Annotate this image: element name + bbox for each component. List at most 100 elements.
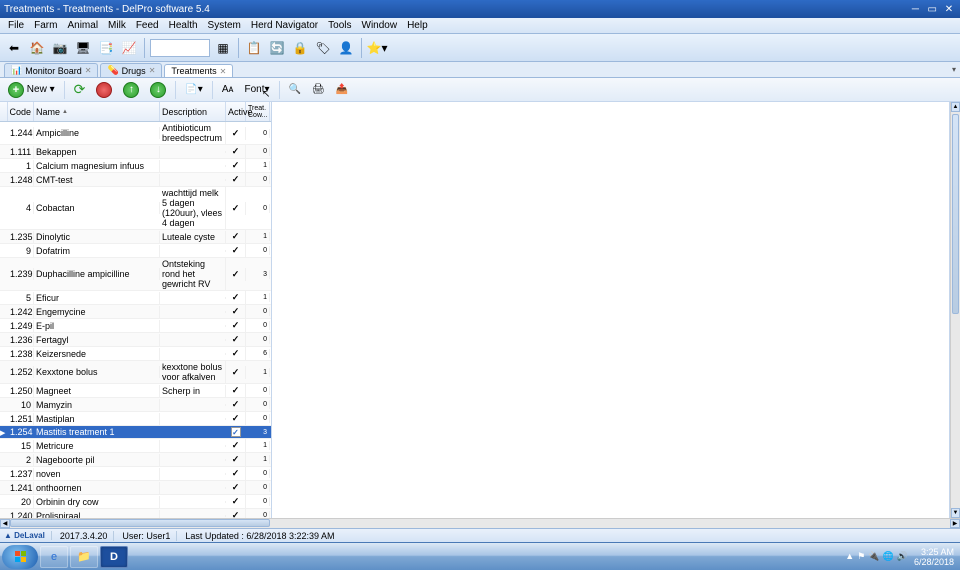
minimize-button[interactable]: ─	[908, 4, 922, 15]
table-row[interactable]: 9Dofatrim✓0	[0, 244, 271, 258]
tray-up-icon[interactable]: ▲	[845, 551, 854, 562]
col-code[interactable]: Code	[8, 102, 34, 121]
table-row[interactable]: 20Orbinin dry cow✓0	[0, 495, 271, 509]
menu-system[interactable]: System	[204, 20, 245, 31]
table-row[interactable]: 1.240Prolispiraal✓0	[0, 509, 271, 518]
table-row[interactable]: 1.244AmpicillineAntibioticum breedspectr…	[0, 122, 271, 145]
tag-button[interactable]: 🏷	[313, 38, 333, 58]
task-ie[interactable]: e	[40, 546, 68, 568]
menu-window[interactable]: Window	[358, 20, 402, 31]
scroll-down-icon[interactable]: ▼	[951, 508, 960, 518]
table-row[interactable]: 1.238Keizersnede✓6	[0, 347, 271, 361]
table-row[interactable]: 5Eficur✓1	[0, 291, 271, 305]
chart-button[interactable]: 📈	[119, 38, 139, 58]
col-treat-cow[interactable]: Treat. Cow...	[246, 102, 270, 121]
hscroll-thumb[interactable]	[10, 519, 270, 527]
clipboard-button[interactable]: 📋	[244, 38, 264, 58]
notes-button[interactable]: 📄▾	[181, 81, 206, 99]
maximize-button[interactable]: ▭	[925, 4, 939, 15]
nav-up-button[interactable]: ↑	[119, 81, 143, 99]
menu-help[interactable]: Help	[403, 20, 432, 31]
export-button[interactable]: 📤	[332, 81, 352, 99]
menu-tools[interactable]: Tools	[324, 20, 355, 31]
fontsize-button[interactable]: Aᴀ	[218, 81, 238, 99]
horizontal-scrollbar[interactable]: ◀ ▶	[0, 518, 960, 528]
tray-power-icon[interactable]: 🔌	[868, 551, 879, 562]
print-button[interactable]: 🖨	[308, 81, 329, 99]
table-row[interactable]: 2Nageboorte pil✓1	[0, 453, 271, 467]
menu-herd-navigator[interactable]: Herd Navigator	[247, 20, 322, 31]
home-button[interactable]: 🏠	[27, 38, 47, 58]
menu-farm[interactable]: Farm	[30, 20, 61, 31]
table-row[interactable]: 1.251Mastiplan✓0	[0, 412, 271, 426]
col-description[interactable]: Description	[160, 102, 226, 121]
table-row[interactable]: 15Metricure✓1	[0, 439, 271, 453]
tab-dropdown[interactable]: ▾	[952, 65, 956, 74]
search-input[interactable]	[150, 39, 210, 57]
scroll-up-icon[interactable]: ▲	[951, 102, 960, 112]
col-name[interactable]: Name▲	[34, 102, 160, 121]
table-row[interactable]: ▶1.254Mastitis treatment 1✓3	[0, 426, 271, 439]
table-row[interactable]: 1Calcium magnesium infuus✓1	[0, 159, 271, 173]
scroll-left-icon[interactable]: ◀	[0, 519, 10, 528]
layout-button[interactable]: ▦	[213, 38, 233, 58]
font-button[interactable]: Font▾	[240, 81, 273, 99]
col-active[interactable]: Active	[226, 102, 246, 121]
menu-health[interactable]: Health	[165, 20, 202, 31]
cell-description	[160, 311, 226, 313]
table-row[interactable]: 1.111Bekappen✓0	[0, 145, 271, 159]
taskbar-clock[interactable]: 3:25 AM 6/28/2018	[914, 547, 958, 567]
table-row[interactable]: 1.250MagneetScherp in✓0	[0, 384, 271, 398]
nav-down-button[interactable]: ↓	[146, 81, 170, 99]
table-row[interactable]: 1.249E-pil✓0	[0, 319, 271, 333]
table-row[interactable]: 1.239Duphacilline ampicillineOntsteking …	[0, 258, 271, 291]
tab-monitor-board[interactable]: 📊Monitor Board✕	[4, 63, 98, 77]
menu-file[interactable]: File	[4, 20, 28, 31]
menu-milk[interactable]: Milk	[104, 20, 130, 31]
task-delpro[interactable]: D	[100, 546, 128, 568]
delete-button[interactable]	[92, 81, 116, 99]
cell-active: ✓	[226, 319, 246, 332]
user-button[interactable]: 👤	[336, 38, 356, 58]
tab-drugs[interactable]: 💊Drugs✕	[100, 63, 162, 77]
tab-close-icon[interactable]: ✕	[149, 66, 156, 75]
menu-animal[interactable]: Animal	[63, 20, 102, 31]
system-tray[interactable]: ▲ ⚑ 🔌 🌐 🔊	[845, 551, 908, 562]
scroll-right-icon[interactable]: ▶	[950, 519, 960, 528]
vertical-scrollbar[interactable]: ▲ ▼	[950, 102, 960, 518]
report-button[interactable]: 📑	[96, 38, 116, 58]
monitor-button[interactable]: 🖥	[73, 38, 93, 58]
back-button[interactable]: ⬅	[4, 38, 24, 58]
table-row[interactable]: 1.248CMT-test✓0	[0, 173, 271, 187]
tray-network-icon[interactable]: 🌐	[883, 551, 894, 562]
sync-button[interactable]: 🔄	[267, 38, 287, 58]
cell-code: 1.249	[8, 320, 34, 332]
print-preview-button[interactable]: 🔍	[285, 81, 305, 99]
close-button[interactable]: ✕	[942, 4, 956, 15]
tab-close-icon[interactable]: ✕	[85, 66, 92, 75]
menu-feed[interactable]: Feed	[132, 20, 163, 31]
table-row[interactable]: 1.237noven✓0	[0, 467, 271, 481]
new-button[interactable]: + New ▾	[4, 81, 59, 99]
cell-treat-cow: 1	[246, 232, 270, 241]
tab-close-icon[interactable]: ✕	[220, 67, 227, 76]
tray-flag-icon[interactable]: ⚑	[857, 551, 865, 562]
favorite-button[interactable]: ⭐▾	[367, 38, 387, 58]
table-row[interactable]: 1.241onthoornen✓0	[0, 481, 271, 495]
task-explorer[interactable]: 📁	[70, 546, 98, 568]
cell-name: Cobactan	[34, 202, 160, 214]
table-row[interactable]: 1.235DinolyticLuteale cyste✓1	[0, 230, 271, 244]
refresh-button[interactable]: ⟳	[70, 81, 90, 99]
table-row[interactable]: 10Mamyzin✓0	[0, 398, 271, 412]
scroll-thumb[interactable]	[952, 114, 959, 314]
tray-volume-icon[interactable]: 🔊	[897, 551, 908, 562]
treatments-grid[interactable]: Code Name▲ Description Active Treat. Cow…	[0, 102, 272, 518]
table-row[interactable]: 1.242Engemycine✓0	[0, 305, 271, 319]
start-button[interactable]	[2, 545, 38, 569]
lock-button[interactable]: 🔒	[290, 38, 310, 58]
tab-treatments[interactable]: Treatments✕	[164, 64, 233, 77]
table-row[interactable]: 1.252Kexxtone boluskexxtone bolus voor a…	[0, 361, 271, 384]
camera-button[interactable]: 📷	[50, 38, 70, 58]
table-row[interactable]: 1.236Fertagyl✓0	[0, 333, 271, 347]
table-row[interactable]: 4Cobactanwachttijd melk 5 dagen (120uur)…	[0, 187, 271, 230]
